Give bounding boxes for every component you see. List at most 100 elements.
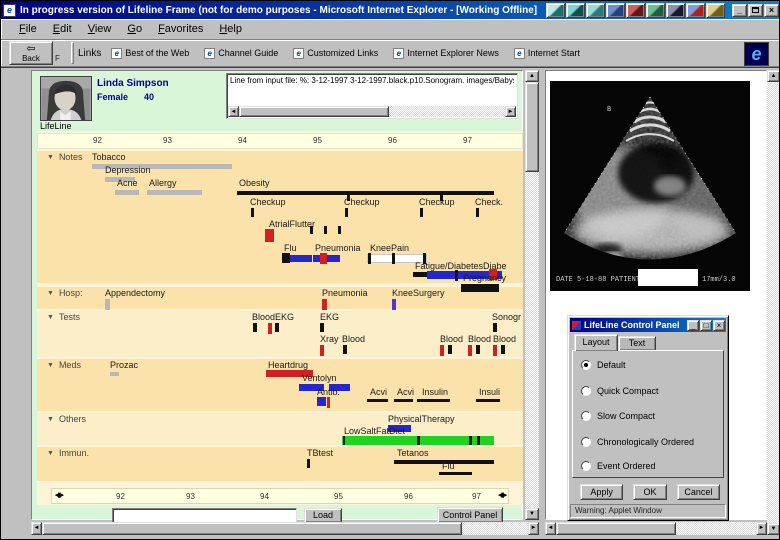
timeline-event-depression[interactable]: Depression — [105, 165, 151, 175]
timeline-event-flu[interactable]: Flu — [442, 461, 455, 471]
timeline-bar-black[interactable] — [493, 323, 497, 332]
scroll-left-icon[interactable]: ◄ — [545, 522, 556, 535]
menu-edit[interactable]: Edit — [45, 21, 80, 37]
timeline-event-obesity[interactable]: Obesity — [239, 178, 270, 188]
search-icon[interactable] — [606, 2, 625, 18]
mail-icon[interactable] — [586, 2, 605, 18]
timeline-event-bloodekg[interactable]: BloodEKG — [252, 312, 294, 322]
timeline-bar-black[interactable] — [237, 191, 494, 195]
paint-icon[interactable] — [626, 2, 645, 18]
scroll-up-icon[interactable]: ▲ — [767, 70, 779, 82]
timeline-bar-black[interactable] — [394, 399, 413, 402]
photo-icon[interactable] — [646, 2, 665, 18]
timeline-bar-black[interactable] — [417, 399, 450, 402]
button-cancel[interactable]: Cancel — [676, 484, 721, 500]
scrollbar-thumb[interactable] — [42, 522, 462, 535]
pan-left-icon[interactable]: ◀▶ — [55, 491, 64, 499]
scroll-right-icon[interactable]: ► — [756, 522, 767, 535]
timeline-bar-black[interactable] — [368, 253, 371, 264]
link-channel-guide[interactable]: e Channel Guide — [204, 47, 278, 59]
monitor-icon[interactable] — [666, 2, 685, 18]
scrollbar-thumb[interactable] — [525, 82, 539, 172]
chart-icon[interactable] — [566, 2, 585, 18]
radio-event-ordered[interactable]: Event Ordered — [581, 459, 656, 473]
timeline-bar-black[interactable] — [501, 345, 505, 354]
timeline-event-acvi[interactable]: Acvi — [370, 387, 387, 397]
timeline-event-checkup[interactable]: Checkup — [250, 197, 286, 207]
timeline-bar-black[interactable] — [253, 323, 257, 332]
scroll-left-icon[interactable]: ◄ — [31, 522, 42, 535]
link-best-of-the-web[interactable]: e Best of the Web — [111, 47, 189, 59]
tab-layout[interactable]: Layout — [574, 334, 618, 351]
timeline-bar-red[interactable] — [327, 397, 330, 408]
collapse-triangle-icon[interactable]: ▼ — [47, 290, 54, 297]
button-ok[interactable]: OK — [633, 484, 667, 500]
timeline-bar-black[interactable] — [282, 253, 290, 263]
timeline-bar-red[interactable] — [440, 345, 444, 356]
timeline-bar-black[interactable] — [420, 208, 423, 217]
link-customized-links[interactable]: e Customized Links — [293, 47, 378, 59]
timeline-event-xray[interactable]: Xray — [320, 334, 339, 344]
left-frame-vscrollbar[interactable]: ▲ ▼ — [525, 70, 539, 520]
timeline-bar-red[interactable] — [320, 253, 327, 264]
timeline-event-sonogr[interactable]: Sonogr — [492, 312, 521, 322]
scroll-down-icon[interactable]: ▼ — [525, 508, 539, 520]
scrollbar-thumb[interactable] — [556, 522, 676, 535]
timeline-event-checkup[interactable]: Checkup — [344, 197, 380, 207]
timeline-bar-black[interactable] — [343, 436, 345, 445]
timeline-bar-black[interactable] — [343, 345, 347, 354]
timeline-bar-blue[interactable] — [290, 255, 312, 262]
timeline-bar-black[interactable] — [469, 436, 472, 445]
timeline-event-check[interactable]: Check. — [475, 197, 503, 207]
timeline-event-kneesurgery[interactable]: KneeSurgery — [392, 288, 445, 298]
timeline-event-ekg[interactable]: EKG — [320, 312, 339, 322]
timeline-bar-black[interactable] — [367, 399, 388, 402]
timeline-bar-gray[interactable] — [115, 190, 139, 195]
timeline-bar-black[interactable] — [320, 323, 324, 332]
dialog-minimize-button[interactable]: _ — [687, 319, 699, 331]
scrollbar-track[interactable] — [767, 82, 779, 523]
timeline-event-physicaltherapy[interactable]: PhysicalTherapy — [388, 414, 455, 424]
minimize-button[interactable]: _ — [732, 3, 747, 17]
timeline-bar-black[interactable] — [275, 323, 279, 332]
timeline-bar-purple[interactable] — [392, 299, 396, 310]
timeline-bar-black[interactable] — [461, 284, 499, 292]
timeline-bar-black[interactable] — [251, 208, 254, 217]
timeline-bar-red[interactable] — [322, 299, 327, 310]
timeline-bar-red[interactable] — [320, 345, 324, 356]
timeline-event-insulin[interactable]: Insulin — [422, 387, 448, 397]
scrollbar-track[interactable] — [525, 172, 539, 508]
timeline-bar-black[interactable] — [310, 226, 313, 234]
control-panel-button[interactable]: Control Panel — [437, 507, 503, 523]
timeline-bar-red[interactable] — [468, 345, 472, 356]
collapse-triangle-icon[interactable]: ▼ — [47, 362, 54, 369]
scroll-right-icon[interactable]: ► — [528, 522, 539, 535]
timeline-event-lowsaltfatdiet[interactable]: LowSaltFatDiet — [344, 426, 405, 436]
menu-help[interactable]: Help — [211, 21, 250, 37]
timeline-event-pregnancy[interactable]: Pregnancy — [463, 273, 506, 283]
timeline-event-atrialflutter[interactable]: AtrialFlutter — [269, 219, 315, 229]
timeline-bar-black[interactable] — [455, 270, 458, 281]
close-button[interactable]: × — [764, 3, 779, 17]
scroll-down-icon[interactable]: ▼ — [767, 523, 779, 535]
back-button[interactable]: ⇦ Back — [9, 41, 53, 65]
tv-icon[interactable] — [546, 2, 565, 18]
clock-icon[interactable] — [706, 2, 725, 18]
timeline-event-acvi[interactable]: Acvi — [397, 387, 414, 397]
radio-default[interactable]: Default — [581, 358, 626, 372]
dialog-maximize-button[interactable]: □ — [700, 319, 712, 331]
forward-button-partial[interactable]: F — [53, 41, 65, 65]
timeline-bar-black[interactable] — [392, 253, 395, 264]
right-frame-hscrollbar[interactable]: ◄ ► — [545, 522, 767, 535]
timeline-event-fatigue-diabetes[interactable]: Fatigue/Diabetes — [415, 261, 483, 271]
timeline-bar-gray[interactable] — [110, 372, 119, 376]
timeline-event-tobacco[interactable]: Tobacco — [92, 152, 126, 162]
toolbar-drag-handle[interactable] — [71, 42, 74, 64]
tab-text[interactable]: Text — [618, 336, 656, 351]
timeline-event-antib[interactable]: Antib. — [317, 387, 340, 397]
radio-quick-compact[interactable]: Quick Compact — [581, 384, 659, 398]
timeline-event-ventolyn[interactable]: Ventolyn — [302, 373, 337, 383]
collapse-triangle-icon[interactable]: ▼ — [47, 314, 54, 321]
timeline-event-allergy[interactable]: Allergy — [149, 178, 177, 188]
collapse-triangle-icon[interactable]: ▼ — [47, 450, 54, 457]
